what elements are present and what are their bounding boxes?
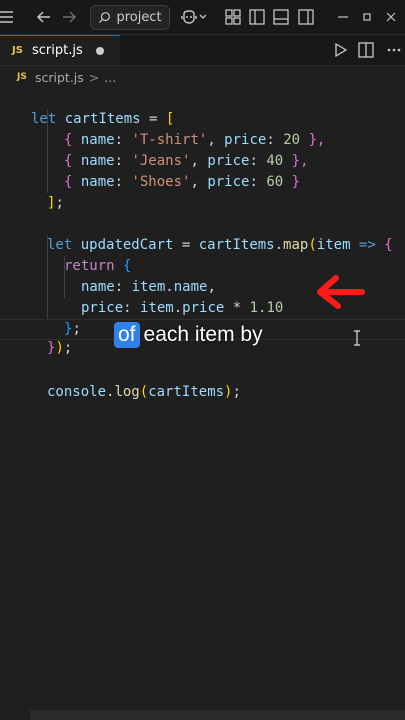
toggle-secondary-sidebar-icon[interactable]	[297, 8, 315, 26]
more-actions-icon[interactable]	[385, 41, 403, 59]
red-arrow-annotation	[317, 275, 365, 309]
search-label: project	[116, 10, 162, 25]
toggle-panel-icon[interactable]	[272, 8, 290, 26]
code-editor[interactable]: let cartItems = [ { name: 'T-shirt', pri…	[0, 88, 405, 708]
title-bar: project	[0, 0, 405, 35]
unsaved-dot-icon[interactable]	[96, 47, 104, 55]
maximize-icon[interactable]	[358, 8, 376, 26]
javascript-file-icon: JS	[12, 45, 23, 56]
video-caption: of each item by	[114, 319, 263, 351]
minimize-icon[interactable]	[334, 8, 352, 26]
code-line: { name: 'T-shirt', price: 20 },	[64, 132, 326, 148]
text-cursor-icon	[354, 330, 360, 346]
code-line: ];	[47, 195, 64, 211]
caption-text: each item by	[143, 323, 263, 346]
tab-script-js[interactable]: JS script.js	[0, 35, 120, 65]
breadcrumb-symbols[interactable]: ...	[104, 70, 116, 85]
breadcrumb: JS script.js > ...	[0, 66, 405, 88]
breadcrumb-separator: >	[88, 69, 100, 85]
breadcrumb-file[interactable]: script.js	[35, 70, 84, 85]
code-line: { name: 'Shoes', price: 60 }	[64, 174, 301, 190]
run-icon[interactable]	[331, 41, 349, 59]
search-icon	[99, 12, 111, 24]
editor-tab-bar: JS script.js	[0, 35, 405, 66]
chevron-down-icon[interactable]	[198, 8, 208, 26]
customize-layout-icon[interactable]	[224, 8, 242, 26]
forward-arrow-icon[interactable]	[60, 8, 78, 26]
code-line: return {	[64, 258, 132, 274]
back-arrow-icon[interactable]	[35, 8, 53, 26]
tab-label: script.js	[32, 43, 83, 58]
menu-icon[interactable]	[0, 8, 16, 26]
toggle-sidebar-icon[interactable]	[248, 8, 266, 26]
code-line: let cartItems = [	[31, 111, 175, 127]
caption-highlight-word: of	[114, 322, 140, 348]
code-line: let updatedCart = cartItems.map(item => …	[47, 237, 393, 253]
code-line: { name: 'Jeans', price: 40 },	[64, 153, 309, 169]
code-line: console.log(cartItems);	[47, 384, 241, 400]
split-editor-icon[interactable]	[357, 41, 375, 59]
command-center-search[interactable]: project	[90, 5, 170, 30]
copilot-icon[interactable]	[180, 8, 198, 26]
close-window-icon[interactable]	[382, 8, 400, 26]
javascript-file-icon: JS	[17, 72, 27, 82]
horizontal-scrollbar[interactable]	[30, 710, 405, 720]
